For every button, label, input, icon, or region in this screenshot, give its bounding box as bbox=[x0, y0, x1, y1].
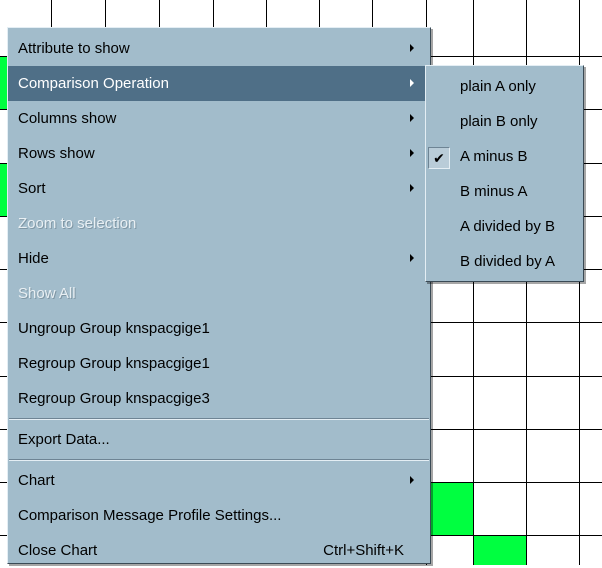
menu-item-label: Chart bbox=[18, 472, 55, 489]
submenu-arrow-icon bbox=[410, 149, 414, 157]
submenu-item-label: A minus B bbox=[460, 148, 528, 165]
menu-item-label: Zoom to selection bbox=[18, 215, 137, 232]
submenu-arrow-icon bbox=[410, 184, 414, 192]
submenu-item-label: B divided by A bbox=[460, 253, 556, 270]
checkmark-icon: ✔ bbox=[428, 147, 450, 169]
submenu-item-a-divided-by-b[interactable]: A divided by B bbox=[426, 209, 583, 244]
menu-item-rows-show[interactable]: Rows show bbox=[8, 136, 430, 171]
comparison-operation-submenu: plain A only plain B only ✔ A minus B B minu… bbox=[425, 65, 584, 282]
menu-item-comparison-message-profile-settings[interactable]: Comparison Message Profile Settings... bbox=[8, 498, 430, 533]
menu-item-close-chart[interactable]: Close Chart Ctrl+Shift+K bbox=[8, 533, 430, 568]
context-menu: Attribute to show Comparison Operation Col… bbox=[7, 27, 431, 564]
submenu-arrow-icon bbox=[410, 476, 414, 484]
menu-item-comparison-operation[interactable]: Comparison Operation bbox=[8, 66, 430, 101]
submenu-arrow-icon bbox=[410, 79, 414, 87]
submenu-item-label: B minus A bbox=[460, 183, 528, 200]
menu-item-hide[interactable]: Hide bbox=[8, 241, 430, 276]
submenu-item-label: plain A only bbox=[460, 78, 536, 95]
menu-separator bbox=[9, 459, 429, 461]
submenu-arrow-icon bbox=[410, 114, 414, 122]
menu-item-show-all: Show All bbox=[8, 276, 430, 311]
menu-item-label: Close Chart bbox=[18, 542, 98, 559]
menu-item-label: Export Data... bbox=[18, 431, 110, 448]
menu-item-columns-show[interactable]: Columns show bbox=[8, 101, 430, 136]
menu-item-export-data[interactable]: Export Data... bbox=[8, 422, 430, 457]
menu-item-label: Show All bbox=[18, 285, 76, 302]
menu-item-label: Regroup Group knspacgige1 bbox=[18, 355, 210, 372]
menu-item-label: Comparison Message Profile Settings... bbox=[18, 507, 282, 524]
menu-item-regroup-group-knspacgige3[interactable]: Regroup Group knspacgige3 bbox=[8, 381, 430, 416]
submenu-arrow-icon bbox=[410, 44, 414, 52]
submenu-item-plain-b-only[interactable]: plain B only bbox=[426, 104, 583, 139]
menu-item-label: Rows show bbox=[18, 145, 95, 162]
menu-item-regroup-group-knspacgige1[interactable]: Regroup Group knspacgige1 bbox=[8, 346, 430, 381]
submenu-item-a-minus-b[interactable]: ✔ A minus B bbox=[426, 139, 583, 174]
menu-separator bbox=[9, 418, 429, 420]
menu-item-label: Attribute to show bbox=[18, 40, 130, 57]
menu-item-ungroup-group-knspacgige1[interactable]: Ungroup Group knspacgige1 bbox=[8, 311, 430, 346]
menu-item-label: Hide bbox=[18, 250, 49, 267]
menu-item-chart[interactable]: Chart bbox=[8, 463, 430, 498]
menu-item-shortcut: Ctrl+Shift+K bbox=[323, 542, 404, 559]
submenu-item-b-minus-a[interactable]: B minus A bbox=[426, 174, 583, 209]
grid-cell-highlight bbox=[427, 483, 473, 535]
menu-item-label: Sort bbox=[18, 180, 46, 197]
menu-item-label: Ungroup Group knspacgige1 bbox=[18, 320, 210, 337]
menu-item-label: Comparison Operation bbox=[18, 75, 169, 92]
submenu-item-b-divided-by-a[interactable]: B divided by A bbox=[426, 244, 583, 279]
submenu-arrow-icon bbox=[410, 254, 414, 262]
submenu-item-plain-a-only[interactable]: plain A only bbox=[426, 69, 583, 104]
menu-item-zoom-to-selection: Zoom to selection bbox=[8, 206, 430, 241]
grid-cell-highlight bbox=[474, 536, 526, 565]
submenu-item-label: A divided by B bbox=[460, 218, 556, 235]
menu-item-attribute-to-show[interactable]: Attribute to show bbox=[8, 31, 430, 66]
submenu-item-label: plain B only bbox=[460, 113, 538, 130]
menu-item-label: Columns show bbox=[18, 110, 117, 127]
menu-item-sort[interactable]: Sort bbox=[8, 171, 430, 206]
menu-item-label: Regroup Group knspacgige3 bbox=[18, 390, 210, 407]
